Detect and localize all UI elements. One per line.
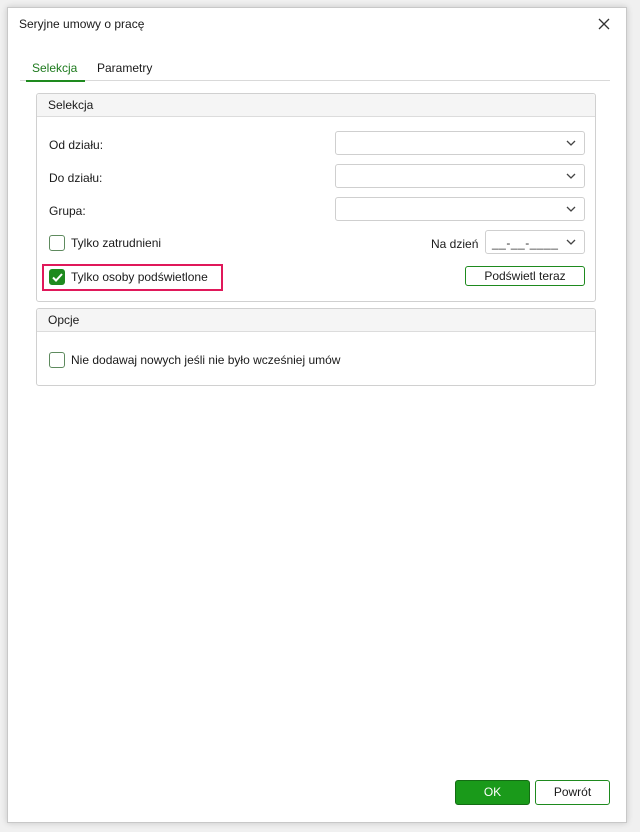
tylko-zatrudnieni-row[interactable]: Tylko zatrudnieni [49, 235, 161, 251]
na-dzien-value: __-__-____ [492, 236, 559, 250]
checkmark-icon [52, 273, 63, 282]
na-dzien-date-picker[interactable]: __-__-____ [485, 230, 585, 254]
tab-parametry[interactable]: Parametry [97, 61, 152, 75]
nie-dodawaj-row[interactable]: Nie dodawaj nowych jeśli nie było wcześn… [49, 352, 340, 368]
tylko-podswietlone-checkbox[interactable] [49, 269, 65, 285]
dialog-title: Seryjne umowy o pracę [19, 17, 145, 31]
tylko-zatrudnieni-checkbox[interactable] [49, 235, 65, 251]
opcje-group-header: Opcje [37, 309, 595, 332]
chevron-down-icon [566, 140, 576, 146]
do-dzialu-label: Do działu: [49, 171, 103, 185]
grupa-select[interactable] [335, 197, 585, 221]
close-icon[interactable] [596, 16, 612, 32]
selekcja-group: Selekcja Od działu: Do działu: Grupa: Ty… [36, 93, 596, 302]
do-dzialu-select[interactable] [335, 164, 585, 188]
grupa-label: Grupa: [49, 204, 86, 218]
na-dzien-label: Na dzień [431, 237, 479, 251]
powrot-button[interactable]: Powrót [535, 780, 610, 805]
od-dzialu-label: Od działu: [49, 138, 104, 152]
chevron-down-icon [566, 173, 576, 179]
nie-dodawaj-label: Nie dodawaj nowych jeśli nie było wcześn… [71, 353, 341, 367]
nie-dodawaj-checkbox[interactable] [49, 352, 65, 368]
dialog-window: Seryjne umowy o pracę Selekcja Parametry… [7, 7, 627, 823]
selekcja-group-header: Selekcja [37, 94, 595, 117]
tab-bar: Selekcja Parametry [20, 58, 610, 82]
tylko-podswietlone-label: Tylko osoby podświetlone [71, 270, 208, 284]
opcje-group: Opcje Nie dodawaj nowych jeśli nie było … [36, 308, 596, 386]
tylko-zatrudnieni-label: Tylko zatrudnieni [71, 236, 162, 250]
chevron-down-icon [566, 239, 576, 245]
tylko-podswietlone-row[interactable]: Tylko osoby podświetlone [49, 269, 208, 285]
podswietl-teraz-button[interactable]: Podświetl teraz [465, 266, 585, 286]
od-dzialu-select[interactable] [335, 131, 585, 155]
chevron-down-icon [566, 206, 576, 212]
ok-button[interactable]: OK [455, 780, 530, 805]
tab-selekcja[interactable]: Selekcja [25, 61, 86, 82]
